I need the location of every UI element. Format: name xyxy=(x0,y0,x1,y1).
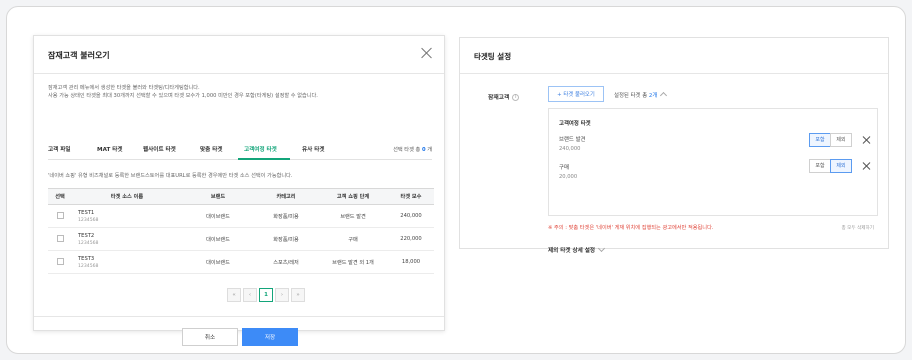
target-source-table: 선택 타겟 소스 이름 브랜드 카테고리 고객 쇼핑 단계 타겟 모수 TEST… xyxy=(48,188,434,274)
target-item-name: 구매 xyxy=(559,165,569,171)
pagination: « ‹ 1 › » xyxy=(227,288,305,302)
size-cell: 220,000 xyxy=(388,227,434,251)
size-cell: 240,000 xyxy=(388,204,434,228)
table-row[interactable]: TEST1 1234568 대이브랜드 화장품/미용 브랜드 발견 240,000 xyxy=(48,204,434,228)
selected-count-label: 선택 타겟 총 xyxy=(393,147,421,153)
audience-row-label: 잠재고객 i xyxy=(488,92,520,101)
chevron-down-icon[interactable] xyxy=(597,244,606,253)
include-button[interactable]: 포함 xyxy=(809,133,831,147)
target-group-title: 고객여정 타겟 xyxy=(559,121,591,127)
source-id: 1234568 xyxy=(78,240,99,246)
include-button[interactable]: 포함 xyxy=(809,159,831,173)
target-item-size: 20,000 xyxy=(559,174,578,180)
page-first-button[interactable]: « xyxy=(227,288,241,302)
remove-target-icon[interactable] xyxy=(862,162,870,170)
close-icon[interactable] xyxy=(420,46,434,60)
modal-header: 잠재고객 불러오기 xyxy=(34,36,444,74)
selected-count-value: 0 xyxy=(421,147,426,153)
save-button[interactable]: 저장 xyxy=(242,328,298,346)
tab-custom-target[interactable]: 맞춤 타겟 xyxy=(200,145,223,153)
custom-target-warning: ※ 주의 : 맞춤 타겟은 '네이버' 게재 위치에 집행되는 광고에서만 적용… xyxy=(548,225,714,231)
exclude-detail-label: 제외 타겟 상세 설정 xyxy=(548,248,596,254)
col-select: 선택 xyxy=(48,188,72,205)
col-shopping-stage: 고객 쇼핑 단계 xyxy=(318,188,388,205)
app-frame: 잠재고객 불러오기 잠재고객 관리 메뉴에서 생성한 타겟을 불러와 타겟팅/디… xyxy=(6,6,906,354)
set-target-count[interactable]: 설정된 타겟 총 2개 xyxy=(614,91,668,100)
load-target-button[interactable]: + 타겟 불러오기 xyxy=(548,86,604,102)
category-cell: 스포츠/레저 xyxy=(254,250,318,274)
selected-targets-box: 고객여정 타겟 브랜드 발견 240,000 포함 제외 구매 20,000 포… xyxy=(548,108,878,216)
exclude-button[interactable]: 제외 xyxy=(830,133,852,147)
page-last-button[interactable]: » xyxy=(291,288,305,302)
tab-customer-file[interactable]: 고객 파일 xyxy=(48,145,71,153)
info-icon[interactable]: i xyxy=(512,94,520,101)
size-cell: 18,000 xyxy=(388,250,434,274)
selected-count-unit: 개 xyxy=(427,147,432,153)
tab-lookalike-target[interactable]: 유사 타겟 xyxy=(302,145,325,153)
exclude-button[interactable]: 제외 xyxy=(830,159,852,173)
stage-cell: 구매 xyxy=(318,227,388,251)
tab-mat-target[interactable]: MAT 타겟 xyxy=(97,145,123,153)
include-exclude-toggle: 포함 제외 xyxy=(809,133,852,147)
remove-target-icon[interactable] xyxy=(862,136,870,144)
stage-cell: 브랜드 발견 외 1개 xyxy=(318,250,388,274)
exclude-detail-toggle[interactable]: 제외 타겟 상세 설정 xyxy=(548,244,606,254)
col-brand: 브랜드 xyxy=(182,188,254,205)
tab-website-target[interactable]: 웹사이트 타겟 xyxy=(143,145,176,153)
set-count-label: 설정된 타겟 총 xyxy=(614,93,648,99)
row-checkbox[interactable] xyxy=(56,211,64,219)
page-current[interactable]: 1 xyxy=(259,288,273,302)
col-source-name: 타겟 소스 이름 xyxy=(72,188,182,205)
brand-cell: 대이브랜드 xyxy=(182,250,254,274)
cancel-button[interactable]: 취소 xyxy=(182,328,238,346)
target-type-tabs: 고객 파일 MAT 타겟 웹사이트 타겟 맞춤 타겟 고객여정 타겟 유사 타겟… xyxy=(48,140,432,160)
brand-cell: 대이브랜드 xyxy=(182,204,254,228)
category-cell: 화장품/미용 xyxy=(254,204,318,228)
panel-header: 타겟팅 설정 xyxy=(460,38,888,74)
col-category: 카테고리 xyxy=(254,188,318,205)
set-count-value: 2개 xyxy=(648,93,658,99)
tab-customer-journey-target[interactable]: 고객여정 타겟 xyxy=(244,145,277,153)
description-line-1: 잠재고객 관리 메뉴에서 생성한 타겟을 불러와 타겟팅/디타게팅합니다. xyxy=(48,85,200,91)
source-name: TEST1 xyxy=(78,209,95,216)
modal-footer-divider xyxy=(34,316,444,317)
target-item-size: 240,000 xyxy=(559,146,581,152)
audience-import-modal: 잠재고객 불러오기 잠재고객 관리 메뉴에서 생성한 타겟을 불러와 타겟팅/디… xyxy=(33,35,445,346)
include-exclude-toggle: 포함 제외 xyxy=(809,159,852,173)
row-checkbox[interactable] xyxy=(56,257,64,265)
active-tab-indicator xyxy=(238,158,290,160)
source-name: TEST2 xyxy=(78,232,95,239)
page-prev-button[interactable]: ‹ xyxy=(243,288,257,302)
brand-cell: 대이브랜드 xyxy=(182,227,254,251)
source-id: 1234568 xyxy=(78,263,99,269)
modal-title: 잠재고객 불러오기 xyxy=(48,51,110,60)
source-id: 1234568 xyxy=(78,217,99,223)
stage-cell: 브랜드 발견 xyxy=(318,204,388,228)
category-cell: 화장품/미용 xyxy=(254,227,318,251)
panel-title: 타겟팅 설정 xyxy=(474,52,512,61)
target-item-name: 브랜드 발견 xyxy=(559,137,586,143)
description-line-2: 사용 가능 상태인 타겟을 최대 30개까지 선택할 수 있으며 타겟 모수가 … xyxy=(48,93,318,99)
col-target-size: 타겟 모수 xyxy=(388,188,434,205)
audience-label-text: 잠재고객 xyxy=(488,95,510,101)
page-next-button[interactable]: › xyxy=(275,288,289,302)
table-header-row: 선택 타겟 소스 이름 브랜드 카테고리 고객 쇼핑 단계 타겟 모수 xyxy=(48,188,434,205)
delete-all-link[interactable]: 총 모두 삭제하기 xyxy=(841,225,874,231)
row-checkbox[interactable] xyxy=(56,234,64,242)
table-row[interactable]: TEST2 1234568 대이브랜드 화장품/미용 구매 220,000 xyxy=(48,227,434,251)
targeting-settings-panel: 타겟팅 설정 잠재고객 i + 타겟 불러오기 설정된 타겟 총 2개 고객여정 … xyxy=(459,37,889,254)
selected-target-count: 선택 타겟 총 0 개 xyxy=(393,146,432,153)
source-notice: '네이버 쇼핑' 유형 비즈채널로 등록한 브랜드스토어를 대표URL로 등록한… xyxy=(48,173,293,179)
modal-description: 잠재고객 관리 메뉴에서 생성한 타겟을 불러와 타겟팅/디타게팅합니다. 사용… xyxy=(48,84,318,100)
source-name: TEST3 xyxy=(78,255,95,262)
chevron-up-icon[interactable] xyxy=(660,91,668,100)
table-row[interactable]: TEST3 1234568 대이브랜드 스포츠/레저 브랜드 발견 외 1개 18… xyxy=(48,250,434,274)
